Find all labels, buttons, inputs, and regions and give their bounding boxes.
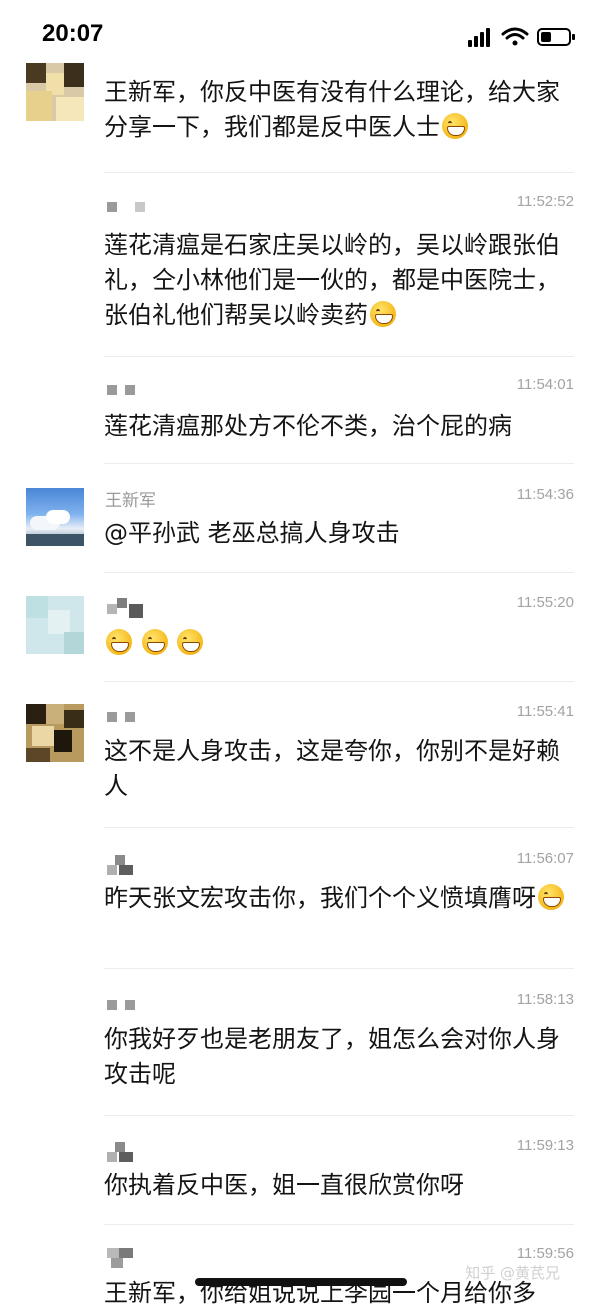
signal-icon [468,28,490,47]
message-text: @平孙武 老巫总搞人身攻击 [104,516,576,551]
message-text: 王新军，你反中医有没有什么理论，给大家分享一下，我们都是反中医人士 [104,75,576,145]
message-text-content: 莲花清瘟是石家庄吴以岭的，吴以岭跟张伯礼，仝小林他们是一伙的，都是中医院士，张伯… [104,231,560,329]
avatar[interactable] [26,488,84,546]
divider [104,1224,574,1225]
message-text-content: 莲花清瘟那处方不伦不类，治个屁的病 [104,412,512,440]
divider [104,968,574,969]
grinning-emoji-icon [538,884,564,910]
message-time: 11:55:41 [516,703,574,720]
message-text-content: @平孙武 老巫总搞人身攻击 [104,519,400,547]
home-indicator[interactable] [195,1278,407,1286]
grinning-emoji-icon [177,629,204,655]
watermark: 知乎 @黄芪兄 [465,1264,560,1282]
message-text: 你我好歹也是老朋友了，姐怎么会对你人身攻击呢 [104,1022,576,1092]
message-text-content: 这不是人身攻击，这是夸你，你别不是好赖人 [104,737,560,800]
message-time: 11:54:36 [516,486,574,503]
grinning-emoji-icon [141,629,168,655]
divider [104,172,574,173]
avatar[interactable] [26,704,84,762]
divider [104,681,574,682]
grinning-emoji-icon [442,113,468,139]
status-bar: 20:07 [0,0,600,70]
divider [104,463,574,464]
avatar[interactable] [26,63,84,121]
message-text: 莲花清瘟那处方不伦不类，治个屁的病 [104,409,576,444]
battery-icon [537,28,575,46]
grinning-emoji-icon [106,629,132,655]
sender-name: 王新军 [105,491,156,511]
wifi-icon [501,27,529,46]
message-time: 11:56:07 [516,850,574,867]
message-text: 你执着反中医，姐一直很欣赏你呀 [104,1168,576,1203]
message-time: 11:59:13 [516,1137,574,1154]
grinning-emoji-icon [370,301,396,327]
message-text-content: 昨天张文宏攻击你，我们个个义愤填膺呀 [104,884,536,912]
message-time: 11:58:13 [516,991,574,1008]
message-text: 昨天张文宏攻击你，我们个个义愤填膺呀 [104,881,576,916]
avatar[interactable] [26,596,84,654]
divider [104,1115,574,1116]
message-time: 11:54:01 [516,376,574,393]
status-icons [468,26,578,48]
message-text [104,626,576,661]
message-text-content: 你我好歹也是老朋友了，姐怎么会对你人身攻击呢 [104,1025,560,1088]
divider [104,572,574,573]
message-text-content: 王新军，你反中医有没有什么理论，给大家分享一下，我们都是反中医人士 [104,78,560,141]
message-time: 11:59:56 [516,1245,574,1262]
message-text: 这不是人身攻击，这是夸你，你别不是好赖人 [104,734,576,804]
message-text: 莲花清瘟是石家庄吴以岭的，吴以岭跟张伯礼，仝小林他们是一伙的，都是中医院士，张伯… [104,228,576,333]
divider [104,827,574,828]
message-time: 11:55:20 [516,594,574,611]
status-time: 20:07 [42,20,104,47]
message-text-content: 你执着反中医，姐一直很欣赏你呀 [104,1171,464,1199]
divider [104,356,574,357]
message-time: 11:52:52 [516,193,574,210]
